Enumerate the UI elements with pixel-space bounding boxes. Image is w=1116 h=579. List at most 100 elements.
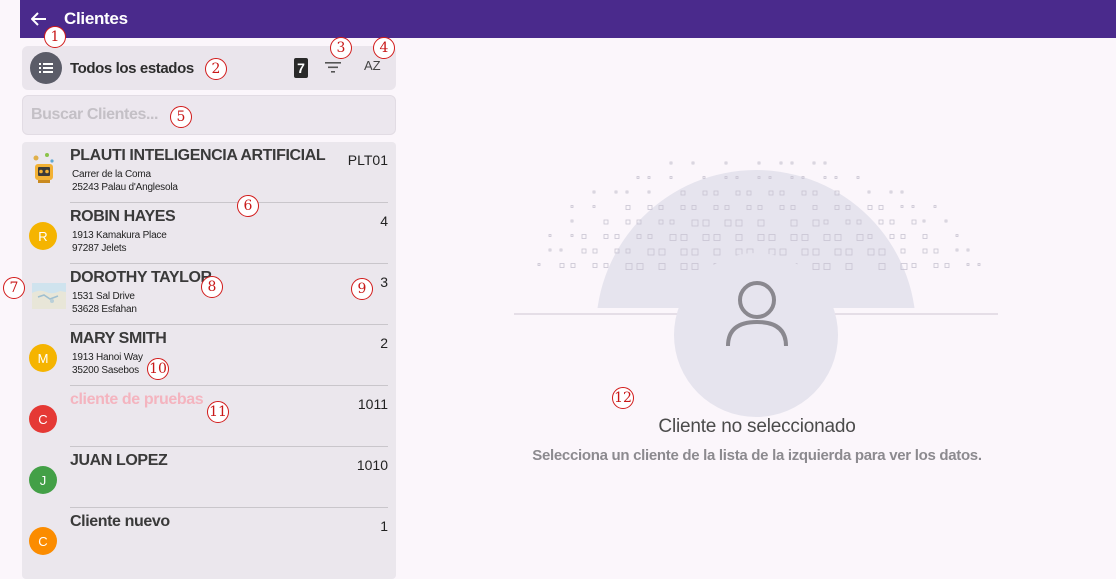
client-code: 3 bbox=[380, 274, 388, 290]
pattern-dot bbox=[900, 190, 904, 194]
pattern-dot bbox=[625, 219, 631, 225]
filter-icon[interactable] bbox=[325, 60, 345, 78]
pattern-dot bbox=[548, 234, 552, 237]
pattern-dot bbox=[944, 219, 948, 223]
pattern-dot bbox=[757, 161, 761, 165]
client-row[interactable]: PLAUTI INTELIGENCIA ARTIFICIAL Carrer de… bbox=[22, 142, 396, 203]
arrow-left-icon[interactable] bbox=[28, 8, 50, 30]
client-code: 4 bbox=[380, 213, 388, 229]
pattern-dot bbox=[669, 161, 673, 165]
client-row[interactable]: J JUAN LOPEZ 1010 bbox=[22, 447, 396, 508]
client-list-panel: Todos los estados 7 AZ PLAUTI INTELIGENC… bbox=[20, 38, 398, 579]
pattern-dot bbox=[592, 248, 598, 254]
client-address-line2: 25243 Palau d'Anglesola bbox=[72, 182, 178, 193]
pattern-dot bbox=[922, 234, 928, 239]
pattern-dot bbox=[614, 190, 618, 194]
pattern-dot bbox=[933, 205, 937, 208]
pattern-dot bbox=[823, 176, 827, 179]
pattern-dot bbox=[900, 205, 904, 208]
map-thumbnail-icon bbox=[32, 283, 66, 309]
pattern-dot bbox=[559, 248, 563, 252]
pattern-dot bbox=[966, 248, 970, 252]
pattern-dot bbox=[548, 248, 552, 252]
pattern-dot bbox=[691, 161, 695, 165]
client-row[interactable]: C Cliente nuevo 1 bbox=[22, 508, 396, 569]
client-name: Cliente nuevo bbox=[70, 513, 170, 530]
pattern-dot bbox=[603, 219, 609, 225]
client-code: 1010 bbox=[356, 457, 388, 473]
pattern-dot bbox=[900, 248, 906, 254]
pattern-dot bbox=[625, 190, 629, 194]
pattern-dot bbox=[537, 263, 541, 266]
pattern-dot bbox=[702, 176, 706, 179]
pattern-dot bbox=[647, 176, 651, 179]
pattern-dot bbox=[647, 190, 651, 194]
client-name: PLAUTI INTELIGENCIA ARTIFICIAL bbox=[70, 147, 326, 164]
pattern-dot bbox=[889, 234, 895, 239]
pattern-dot bbox=[889, 190, 893, 194]
list-icon[interactable] bbox=[30, 52, 62, 84]
pattern-dot bbox=[581, 248, 587, 254]
pattern-dot bbox=[603, 263, 609, 268]
sort-az-icon[interactable]: AZ bbox=[364, 58, 381, 73]
pattern-dot bbox=[955, 234, 959, 237]
avatar: R bbox=[29, 222, 57, 250]
pattern-dot bbox=[570, 263, 576, 268]
client-address-line2: 97287 Jelets bbox=[72, 243, 127, 254]
pattern-dot bbox=[856, 176, 860, 179]
annotation-marker: 4 bbox=[373, 37, 395, 59]
annotation-marker: 11 bbox=[207, 401, 229, 423]
client-address-line1: 1913 Hanoi Way bbox=[72, 352, 143, 363]
pattern-dot bbox=[570, 234, 574, 237]
pattern-dot bbox=[559, 263, 565, 268]
avatar: C bbox=[29, 405, 57, 433]
pattern-dot bbox=[911, 263, 917, 268]
pattern-dot bbox=[922, 219, 926, 223]
empty-state-subtitle: Selecciona un cliente de la lista de la … bbox=[532, 447, 982, 464]
pattern-dot bbox=[834, 176, 838, 179]
pattern-dot bbox=[603, 234, 609, 239]
client-row[interactable]: M MARY SMITH 1913 Hanoi Way 35200 Sasebo… bbox=[22, 325, 396, 386]
annotation-marker: 1 bbox=[44, 26, 66, 48]
client-code: 2 bbox=[380, 335, 388, 351]
top-app-bar: Clientes bbox=[20, 0, 1116, 38]
annotation-marker: 2 bbox=[205, 58, 227, 80]
pattern-dot bbox=[911, 205, 915, 208]
pattern-dot bbox=[614, 234, 620, 239]
pattern-dot bbox=[625, 205, 631, 210]
annotation-marker: 6 bbox=[237, 195, 259, 217]
client-name: DOROTHY TAYLOR bbox=[70, 269, 212, 286]
pattern-dot bbox=[878, 205, 884, 210]
pattern-dot bbox=[647, 205, 653, 210]
annotation-marker: 3 bbox=[330, 37, 352, 59]
pattern-dot bbox=[812, 161, 816, 165]
pattern-dot bbox=[889, 219, 895, 225]
pattern-dot bbox=[955, 248, 959, 252]
client-address-line2: 53628 Esfahan bbox=[72, 304, 137, 315]
client-name: JUAN LOPEZ bbox=[70, 452, 168, 469]
status-filter-label: Todos los estados bbox=[70, 59, 194, 77]
client-address-line1: Carrer de la Coma bbox=[72, 169, 151, 180]
pattern-dot bbox=[669, 176, 673, 179]
client-code: 1011 bbox=[357, 396, 388, 412]
client-row[interactable]: R ROBIN HAYES 1913 Kamakura Place 97287 … bbox=[22, 203, 396, 264]
client-address-line1: 1531 Sal Drive bbox=[72, 291, 135, 302]
search-input[interactable] bbox=[23, 96, 395, 134]
avatar: M bbox=[29, 344, 57, 372]
pattern-dot bbox=[911, 219, 917, 225]
client-name: ROBIN HAYES bbox=[70, 208, 176, 225]
pattern-dot bbox=[823, 161, 827, 165]
annotation-marker: 7 bbox=[3, 277, 25, 299]
pattern-dot bbox=[867, 205, 873, 210]
pattern-dot bbox=[977, 263, 981, 266]
robot-logo-icon bbox=[30, 152, 58, 186]
pattern-dot bbox=[570, 219, 574, 223]
search-box[interactable] bbox=[22, 95, 396, 135]
annotation-marker: 9 bbox=[351, 278, 373, 300]
pattern-dot bbox=[581, 234, 587, 239]
pattern-dot bbox=[724, 161, 728, 165]
annotation-marker: 8 bbox=[201, 276, 223, 298]
client-name: MARY SMITH bbox=[70, 330, 167, 347]
client-detail-panel: Cliente no seleccionado Selecciona un cl… bbox=[398, 38, 1116, 579]
avatar: J bbox=[29, 466, 57, 494]
